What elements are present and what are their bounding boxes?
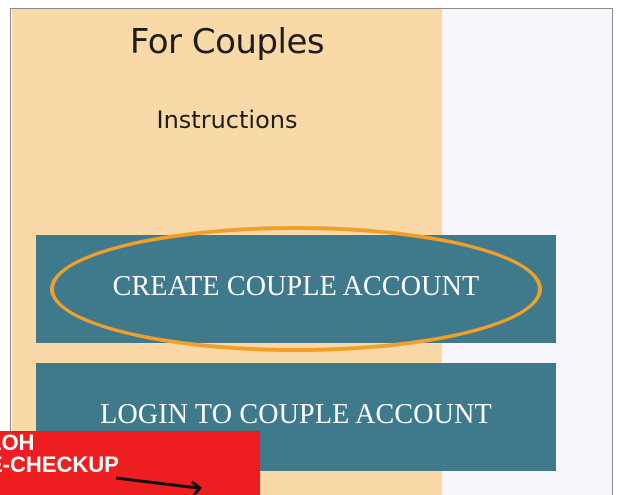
page-title: For Couples <box>129 22 325 62</box>
create-couple-account-label: CREATE COUPLE ACCOUNT <box>112 271 480 302</box>
pointer-arrow-icon <box>115 476 203 495</box>
create-couple-account-button[interactable]: CREATE COUPLE ACCOUNT <box>36 235 556 343</box>
login-couple-account-label: LOGIN TO COUPLE ACCOUNT <box>100 399 492 430</box>
callout-line-1: LOH <box>0 431 35 455</box>
page: For Couples Instructions CREATE COUPLE A… <box>0 0 618 495</box>
instructions-link[interactable]: Instructions <box>12 104 442 136</box>
